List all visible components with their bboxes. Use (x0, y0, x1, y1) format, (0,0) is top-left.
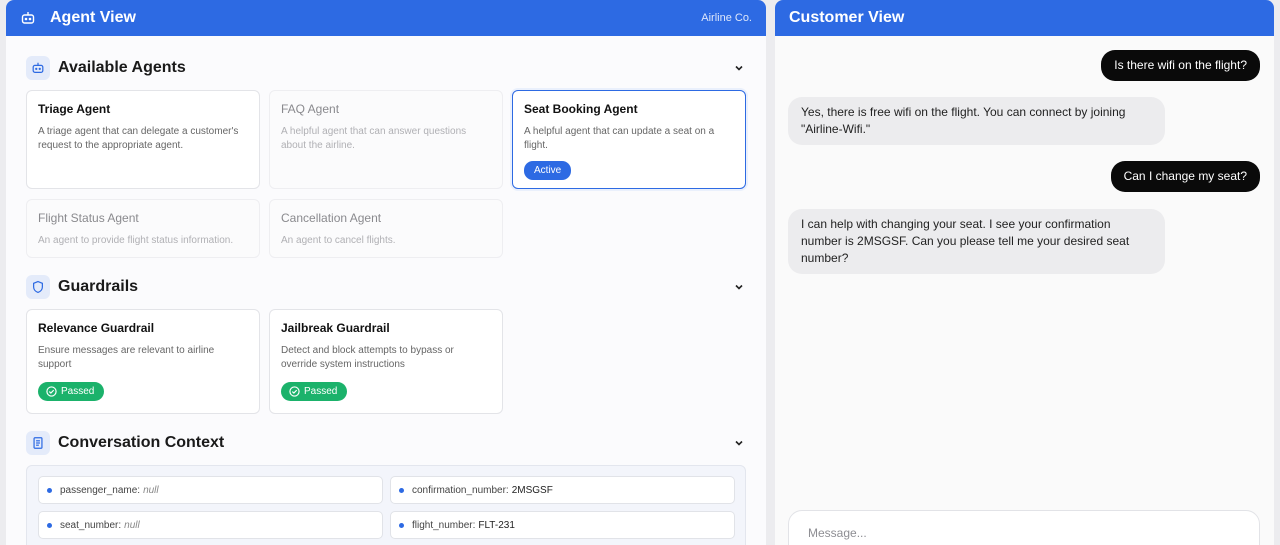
context-key: confirmation_number: (412, 484, 509, 496)
agent-view-title: Agent View (50, 9, 136, 26)
message-composer (788, 510, 1260, 545)
context-key: passenger_name: (60, 484, 141, 496)
context-item-flight-number: flight_number: FLT-231 (390, 511, 735, 539)
context-value: 2MSGSF (511, 484, 553, 496)
passed-label: Passed (61, 386, 95, 397)
customer-view-panel: Customer View Is there wifi on the fligh… (775, 0, 1274, 545)
agent-name: Seat Booking Agent (524, 102, 638, 116)
passed-badge: Passed (281, 382, 348, 401)
bullet-dot (399, 487, 404, 493)
context-value: null (143, 484, 159, 496)
guardrail-card-relevance[interactable]: Relevance Guardrail Ensure messages are … (26, 309, 260, 414)
agent-name: Flight Status Agent (38, 211, 139, 225)
guardrails-header[interactable]: Guardrails (26, 274, 746, 300)
assistant-message: Yes, there is free wifi on the flight. Y… (788, 97, 1165, 145)
customer-view-header: Customer View (775, 0, 1274, 36)
agent-view-header: Agent View Airline Co. (6, 0, 766, 36)
context-value: null (124, 519, 140, 531)
passed-badge: Passed (38, 382, 105, 401)
user-message: Can I change my seat? (1110, 161, 1260, 192)
document-icon (26, 431, 50, 455)
assistant-message: I can help with changing your seat. I se… (788, 209, 1165, 274)
section-title: Available Agents (58, 59, 186, 76)
chevron-down-icon[interactable] (732, 280, 746, 294)
check-circle-icon (289, 386, 300, 397)
agent-description: An agent to cancel flights. (281, 235, 396, 246)
agent-description: A helpful agent that can update a seat o… (524, 126, 715, 151)
shield-icon (26, 275, 50, 299)
context-value: FLT-231 (478, 519, 515, 531)
guardrail-card-jailbreak[interactable]: Jailbreak Guardrail Detect and block att… (269, 309, 503, 414)
guardrail-name: Relevance Guardrail (38, 321, 155, 335)
section-title: Guardrails (58, 278, 139, 295)
passed-label: Passed (304, 386, 338, 397)
context-item-confirmation-number: confirmation_number: 2MSGSF (390, 476, 735, 504)
agent-view-panel: Agent View Airline Co. Available Agents … (6, 0, 766, 545)
context-key: flight_number: (412, 519, 476, 531)
available-agents-header[interactable]: Available Agents (26, 55, 746, 81)
context-item-passenger-name: passenger_name: null (38, 476, 383, 504)
agent-name: FAQ Agent (281, 102, 340, 116)
bullet-dot (47, 487, 52, 493)
check-circle-icon (46, 386, 57, 397)
robot-icon (20, 9, 38, 27)
chevron-down-icon[interactable] (732, 436, 746, 450)
section-title: Conversation Context (58, 434, 225, 451)
agent-card-flight-status[interactable]: Flight Status Agent An agent to provide … (26, 199, 260, 258)
agent-card-cancellation[interactable]: Cancellation Agent An agent to cancel fl… (269, 199, 503, 258)
active-badge: Active (524, 161, 572, 180)
user-message: Is there wifi on the flight? (1101, 50, 1260, 81)
context-key: seat_number: (60, 519, 122, 531)
agent-name: Triage Agent (38, 102, 111, 116)
agent-card-triage[interactable]: Triage Agent A triage agent that can del… (26, 90, 260, 189)
guardrail-name: Jailbreak Guardrail (281, 321, 390, 335)
guardrail-description: Ensure messages are relevant to airline … (38, 345, 215, 370)
agent-description: A helpful agent that can answer question… (281, 126, 467, 151)
bullet-dot (47, 522, 52, 528)
conversation-context-header[interactable]: Conversation Context (26, 430, 746, 456)
guardrail-description: Detect and block attempts to bypass or o… (281, 345, 454, 370)
agent-name: Cancellation Agent (281, 211, 382, 225)
customer-view-title: Customer View (789, 9, 905, 26)
org-name: Airline Co. (701, 12, 752, 24)
robot-icon (26, 56, 50, 80)
bullet-dot (399, 522, 404, 528)
context-item-seat-number: seat_number: null (38, 511, 383, 539)
agent-card-faq[interactable]: FAQ Agent A helpful agent that can answe… (269, 90, 503, 189)
message-input[interactable] (808, 526, 1240, 540)
agent-card-seat-booking[interactable]: Seat Booking Agent A helpful agent that … (512, 90, 746, 189)
chevron-down-icon[interactable] (732, 61, 746, 75)
agent-description: A triage agent that can delegate a custo… (38, 126, 239, 151)
conversation-context-box: passenger_name: null confirmation_number… (26, 465, 746, 545)
agent-description: An agent to provide flight status inform… (38, 235, 234, 246)
